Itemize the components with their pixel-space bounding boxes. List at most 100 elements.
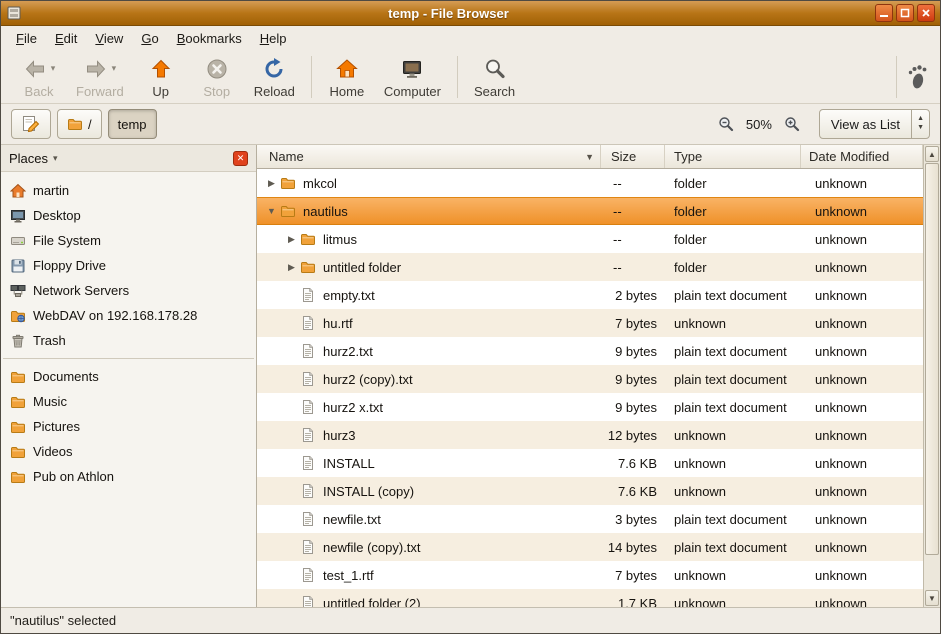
file-row-litmus[interactable]: ▶litmus--folderunknown <box>257 225 923 253</box>
sidebar-item-pictures[interactable]: Pictures <box>1 414 256 439</box>
text-file-icon <box>300 343 316 359</box>
modified-cell: unknown <box>801 337 923 365</box>
back-icon <box>23 57 47 81</box>
text-file-icon <box>300 539 316 555</box>
size-cell: 7 bytes <box>601 561 665 589</box>
type-cell: folder <box>665 253 801 281</box>
menu-edit[interactable]: Edit <box>46 28 86 49</box>
file-row-install[interactable]: INSTALL7.6 KBunknownunknown <box>257 449 923 477</box>
sidebar-item-pub-on-athlon[interactable]: Pub on Athlon <box>1 464 256 489</box>
expander-icon[interactable]: ▶ <box>283 262 300 273</box>
scroll-up-button[interactable]: ▲ <box>925 146 939 162</box>
menu-bookmarks[interactable]: Bookmarks <box>168 28 251 49</box>
scroll-down-button[interactable]: ▼ <box>925 590 939 606</box>
sidebar-item-martin[interactable]: martin <box>1 178 256 203</box>
location-bar: / temp 50% View as List ▲▼ <box>1 104 940 145</box>
home-icon <box>335 57 359 81</box>
sidebar-item-webdav-on-192-168-178-28[interactable]: WebDAV on 192.168.178.28 <box>1 303 256 328</box>
vertical-scrollbar[interactable]: ▲ ▼ <box>923 145 940 607</box>
view-mode-select[interactable]: View as List ▲▼ <box>819 109 930 139</box>
file-row-empty-txt[interactable]: empty.txt2 bytesplain text documentunkno… <box>257 281 923 309</box>
sidebar-item-trash[interactable]: Trash <box>1 328 256 353</box>
maximize-button[interactable] <box>896 4 914 22</box>
file-row-hurz2-copy-txt[interactable]: hurz2 (copy).txt9 bytesplain text docume… <box>257 365 923 393</box>
sidebar-item-floppy-drive[interactable]: Floppy Drive <box>1 253 256 278</box>
size-cell: -- <box>601 169 665 197</box>
zoom-in-button[interactable] <box>781 113 803 135</box>
titlebar[interactable]: temp - File Browser <box>1 1 940 26</box>
file-row-hurz2-x-txt[interactable]: hurz2 x.txt9 bytesplain text documentunk… <box>257 393 923 421</box>
file-row-hurz3[interactable]: hurz312 bytesunknownunknown <box>257 421 923 449</box>
back-button[interactable]: ▾ Back <box>11 52 67 102</box>
file-row-untitled-folder-2[interactable]: untitled folder (2)1.7 KBunknownunknown <box>257 589 923 607</box>
zoom-out-button[interactable] <box>715 113 737 135</box>
forward-button[interactable]: ▾ Forward <box>67 52 133 102</box>
stop-button[interactable]: Stop <box>189 52 245 102</box>
folder-icon <box>300 231 316 247</box>
sidebar-item-label: Music <box>33 394 67 409</box>
file-row-newfile-txt[interactable]: newfile.txt3 bytesplain text documentunk… <box>257 505 923 533</box>
forward-icon <box>84 57 108 81</box>
computer-button[interactable]: Computer <box>375 52 450 102</box>
zoom-out-icon <box>718 116 734 132</box>
places-dropdown[interactable]: Places ▾ <box>9 151 58 166</box>
dropdown-arrow-icon[interactable]: ▾ <box>112 63 117 74</box>
reload-button[interactable]: Reload <box>245 52 304 102</box>
file-row-hu-rtf[interactable]: hu.rtf7 bytesunknownunknown <box>257 309 923 337</box>
sidebar-item-label: Documents <box>33 369 99 384</box>
forward-button-label: Forward <box>76 84 124 99</box>
file-row-nautilus[interactable]: ▼nautilus--folderunknown <box>257 197 923 225</box>
file-row-newfile-copy-txt[interactable]: newfile (copy).txt14 bytesplain text doc… <box>257 533 923 561</box>
file-row-install-copy[interactable]: INSTALL (copy)7.6 KBunknownunknown <box>257 477 923 505</box>
up-button[interactable]: Up <box>133 52 189 102</box>
expander-icon[interactable]: ▼ <box>263 206 280 216</box>
scrollbar-handle[interactable] <box>925 163 939 555</box>
list-column: Name▼SizeTypeDate Modified ▶mkcol--folde… <box>257 145 923 607</box>
sidebar-item-documents[interactable]: Documents <box>1 364 256 389</box>
menu-file[interactable]: File <box>7 28 46 49</box>
type-cell: folder <box>665 198 801 224</box>
column-header-type[interactable]: Type <box>665 145 801 168</box>
menu-view[interactable]: View <box>86 28 132 49</box>
folder-icon <box>300 259 316 275</box>
sidebar-item-network-servers[interactable]: Network Servers <box>1 278 256 303</box>
folder-icon <box>67 116 83 132</box>
name-cell: test_1.rtf <box>257 561 601 589</box>
file-row-untitled-folder[interactable]: ▶untitled folder--folderunknown <box>257 253 923 281</box>
minimize-button[interactable] <box>875 4 893 22</box>
current-folder-button[interactable]: temp <box>108 109 157 139</box>
file-row-mkcol[interactable]: ▶mkcol--folderunknown <box>257 169 923 197</box>
home-button[interactable]: Home <box>319 52 375 102</box>
file-name: empty.txt <box>323 288 375 303</box>
name-cell: hu.rtf <box>257 309 601 337</box>
sidebar-item-music[interactable]: Music <box>1 389 256 414</box>
column-header-size[interactable]: Size <box>601 145 665 168</box>
text-file-icon <box>300 427 316 443</box>
expander-icon[interactable]: ▶ <box>283 234 300 245</box>
menu-help[interactable]: Help <box>251 28 296 49</box>
close-button[interactable] <box>917 4 935 22</box>
file-row-test-1-rtf[interactable]: test_1.rtf7 bytesunknownunknown <box>257 561 923 589</box>
sidebar-item-file-system[interactable]: File System <box>1 228 256 253</box>
modified-cell: unknown <box>801 589 923 607</box>
edit-location-button[interactable] <box>11 109 51 139</box>
menu-go[interactable]: Go <box>132 28 167 49</box>
expander-icon[interactable]: ▶ <box>263 178 280 189</box>
column-header-date-modified[interactable]: Date Modified <box>801 145 923 168</box>
file-name: hurz2.txt <box>323 344 373 359</box>
root-path-button[interactable]: / <box>57 109 102 139</box>
search-button[interactable]: Search <box>465 52 524 102</box>
combo-stepper-icon[interactable]: ▲▼ <box>911 110 929 138</box>
sidebar-close-button[interactable]: ✕ <box>233 151 248 166</box>
type-cell: plain text document <box>665 533 801 561</box>
file-row-hurz2-txt[interactable]: hurz2.txt9 bytesplain text documentunkno… <box>257 337 923 365</box>
dropdown-arrow-icon[interactable]: ▾ <box>51 63 56 74</box>
sidebar-item-desktop[interactable]: Desktop <box>1 203 256 228</box>
scrollbar-trough[interactable] <box>925 163 939 589</box>
sidebar-item-label: Pictures <box>33 419 80 434</box>
back-button-label: Back <box>25 84 54 99</box>
name-cell: hurz2 (copy).txt <box>257 365 601 393</box>
sidebar-item-videos[interactable]: Videos <box>1 439 256 464</box>
name-cell: untitled folder (2) <box>257 589 601 607</box>
column-header-name[interactable]: Name▼ <box>257 145 601 168</box>
